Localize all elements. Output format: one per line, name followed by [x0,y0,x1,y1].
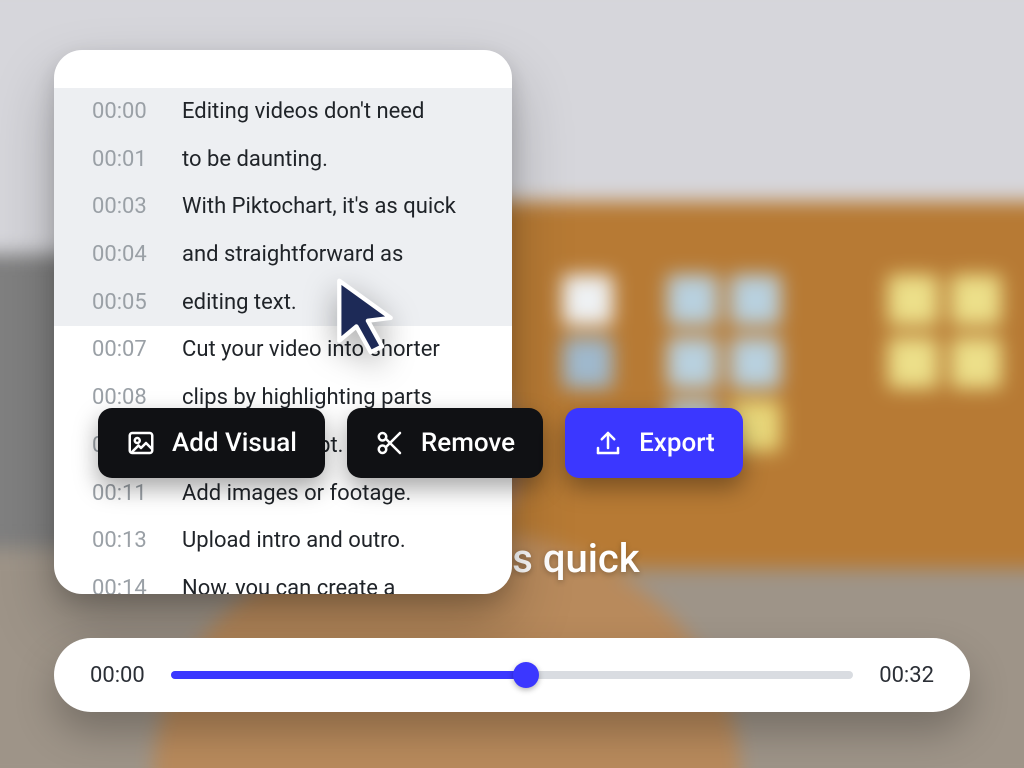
transcript-timestamp: 00:11 [92,479,182,509]
transcript-row[interactable]: 00:07Cut your video into shorter [54,326,512,374]
export-button[interactable]: Export [565,408,743,478]
transcript-row[interactable]: 00:05editing text. [54,279,512,327]
transcript-text[interactable]: Editing videos don't need [182,97,482,127]
add-visual-label: Add Visual [172,428,297,458]
image-icon [126,428,156,458]
transcript-timestamp: 00:13 [92,526,182,556]
transcript-text[interactable]: and straightforward as [182,240,482,270]
transcript-timestamp: 00:05 [92,288,182,318]
transcript-timestamp: 00:14 [92,574,182,594]
transcript-text[interactable]: editing text. [182,288,482,318]
transcript-text[interactable]: With Piktochart, it's as quick [182,192,482,222]
export-label: Export [639,428,715,458]
selection-toolbar: Add Visual Remove Export [98,408,743,478]
transcript-row[interactable]: 00:00Editing videos don't need [54,88,512,136]
add-visual-button[interactable]: Add Visual [98,408,325,478]
transcript-timestamp: 00:03 [92,192,182,222]
transcript-text[interactable]: to be daunting. [182,145,482,175]
transcript-row[interactable]: 00:13Upload intro and outro. [54,517,512,565]
transcript-row[interactable]: 00:03With Piktochart, it's as quick [54,183,512,231]
transcript-text[interactable]: Upload intro and outro. [182,526,482,556]
playback-current-time: 00:00 [90,663,145,688]
upload-icon [593,428,623,458]
playback-knob[interactable] [513,662,539,688]
transcript-timestamp: 00:01 [92,145,182,175]
transcript-timestamp: 00:04 [92,240,182,270]
remove-button[interactable]: Remove [347,408,543,478]
transcript-text[interactable]: Add images or footage. [182,479,482,509]
transcript-row[interactable]: 00:04and straightforward as [54,231,512,279]
transcript-row[interactable]: 00:14Now, you can create a [54,565,512,594]
remove-label: Remove [421,428,515,458]
transcript-timestamp: 00:00 [92,97,182,127]
transcript-timestamp: 00:07 [92,335,182,365]
transcript-panel[interactable]: 00:00Editing videos don't need00:01to be… [54,50,512,594]
playback-track[interactable] [171,671,853,679]
scissors-icon [375,428,405,458]
transcript-text[interactable]: Cut your video into shorter [182,335,482,365]
playback-duration: 00:32 [879,663,934,688]
playback-bar: 00:00 00:32 [54,638,970,712]
transcript-row[interactable]: 00:01to be daunting. [54,136,512,184]
transcript-text[interactable]: Now, you can create a [182,574,482,594]
